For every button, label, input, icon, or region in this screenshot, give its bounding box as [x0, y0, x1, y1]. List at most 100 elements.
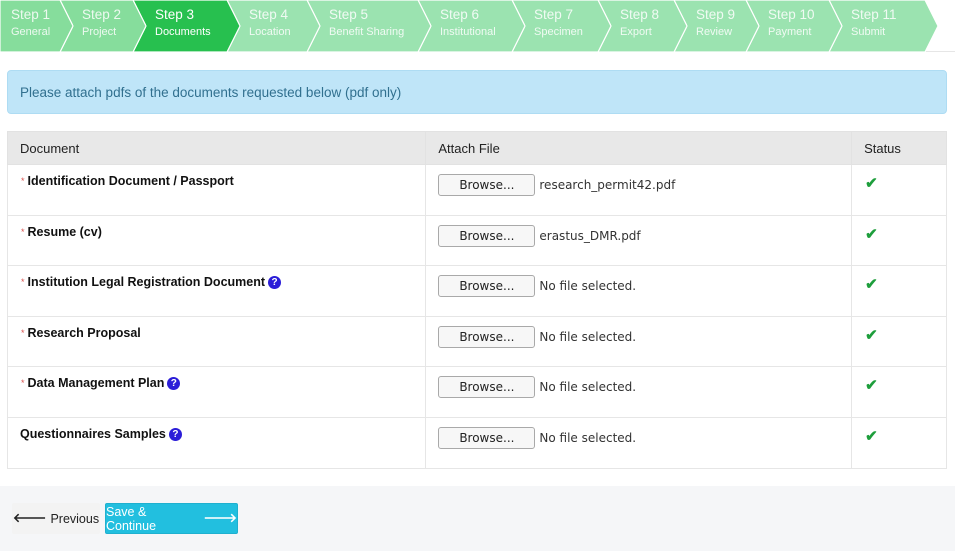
wizard-step-label: Documents: [155, 25, 211, 38]
wizard-step-text: Step 4 Location: [249, 8, 291, 38]
checkmark-icon: ✔: [865, 427, 878, 445]
wizard-step-text: Step 2 Project: [82, 8, 121, 38]
table-header-row: Document Attach File Status: [6, 131, 947, 165]
document-cell: * Research Proposal: [6, 315, 427, 368]
required-marker: *: [21, 378, 25, 389]
document-name: Institution Legal Registration Document: [27, 275, 266, 290]
table-row: * Research Proposal Browse... No file selec…: [6, 315, 947, 368]
help-icon[interactable]: ?: [167, 377, 181, 391]
wizard-step-label: Payment: [768, 25, 812, 38]
checkmark-icon: ✔: [865, 225, 878, 243]
save-continue-button-label: Save & Continue: [106, 504, 157, 533]
arrow-right-icon: 🡒: [203, 511, 237, 525]
attach-file-cell: Browse... No file selected.: [425, 366, 853, 418]
required-marker: *: [21, 176, 25, 186]
wizard-step-11[interactable]: Step 11 Submit: [829, 0, 938, 52]
document-cell: * Data Management Plan?: [6, 366, 427, 418]
selected-file-name: erastus_DMR.pdf: [539, 228, 641, 243]
file-input[interactable]: Browse... No file selected.: [438, 275, 839, 298]
browse-button[interactable]: Browse...: [438, 174, 536, 196]
file-input[interactable]: Browse... No file selected.: [438, 426, 839, 449]
wizard-step-7[interactable]: Step 7 Specimen: [512, 0, 611, 52]
wizard-step-text: Step 7 Specimen: [534, 8, 583, 38]
wizard-step-text: Step 1 General: [11, 8, 50, 38]
form-footer: 🡐 Previous Save & Continue 🡒: [0, 486, 955, 551]
wizard-step-number: Step 10: [768, 7, 815, 22]
file-input[interactable]: Browse... research_permit42.pdf: [438, 174, 839, 196]
wizard-step-6[interactable]: Step 6 Institutional: [418, 0, 525, 52]
wizard-step-number: Step 3: [155, 7, 195, 22]
document-name: Questionnaires Samples: [20, 426, 166, 441]
wizard-step-4[interactable]: Step 4 Location: [227, 0, 320, 52]
wizard-step-number: Step 6: [440, 7, 480, 22]
wizard-step-10[interactable]: Step 10 Payment: [746, 0, 842, 52]
wizard-step-label: Project: [82, 25, 117, 38]
browse-button[interactable]: Browse...: [438, 376, 536, 399]
wizard-step-text: Step 8 Export: [620, 8, 659, 38]
browse-button[interactable]: Browse...: [438, 325, 536, 348]
wizard-step-text: Step 6 Institutional: [440, 8, 496, 38]
checkmark-icon: ✔: [865, 377, 878, 395]
selected-file-name: research_permit42.pdf: [539, 178, 676, 192]
wizard-step-text: Step 9 Review: [696, 8, 735, 38]
document-name: Research Proposal: [27, 325, 141, 340]
status-cell: ✔: [851, 366, 947, 418]
status-cell: ✔: [851, 164, 947, 216]
wizard-step-label: Location: [249, 25, 291, 38]
previous-button[interactable]: 🡐 Previous: [12, 503, 100, 534]
info-alert: Please attach pdfs of the documents requ…: [7, 70, 947, 114]
help-icon[interactable]: ?: [268, 276, 282, 290]
wizard-step-8[interactable]: Step 8 Export: [598, 0, 687, 52]
help-icon[interactable]: ?: [168, 427, 182, 441]
attach-file-cell: Browse... No file selected.: [425, 265, 853, 317]
status-cell: ✔: [851, 214, 947, 267]
browse-button[interactable]: Browse...: [438, 275, 536, 298]
wizard-step-1[interactable]: Step 1 General: [0, 0, 73, 52]
table-row: * Identification Document / Passport Brows…: [6, 164, 947, 216]
checkmark-icon: ✔: [865, 175, 878, 192]
info-alert-text: Please attach pdfs of the documents requ…: [20, 85, 402, 100]
selected-file-name: No file selected.: [539, 380, 637, 395]
required-marker: *: [21, 277, 25, 288]
documents-table: Document Attach File Status * Identificat…: [6, 131, 947, 469]
browse-button[interactable]: Browse...: [438, 426, 536, 449]
previous-button-label: Previous: [50, 511, 100, 526]
checkmark-icon: ✔: [865, 276, 878, 294]
wizard-step-text: Step 10 Payment: [768, 8, 815, 38]
status-cell: ✔: [851, 416, 947, 469]
attach-file-cell: Browse... research_permit42.pdf: [425, 164, 853, 216]
wizard-step-label: Export: [620, 25, 652, 38]
document-name: Resume (cv): [27, 224, 102, 239]
wizard-step-text: Step 5 Benefit Sharing: [329, 8, 404, 38]
attach-file-cell: Browse... erastus_DMR.pdf: [425, 214, 853, 267]
wizard-progress: Step 1 General Step 2 Project Step 3 Document…: [0, 0, 955, 52]
file-input[interactable]: Browse... erastus_DMR.pdf: [438, 224, 839, 247]
wizard-step-number: Step 9: [696, 7, 736, 22]
file-input[interactable]: Browse... No file selected.: [438, 376, 839, 399]
column-header-attach-file: Attach File: [425, 131, 853, 165]
checkmark-icon: ✔: [865, 326, 878, 344]
wizard-step-number: Step 1: [11, 7, 51, 22]
file-input[interactable]: Browse... No file selected.: [438, 325, 839, 348]
wizard-step-label: Review: [696, 25, 733, 38]
table-row: Questionnaires Samples? Browse... No file …: [6, 416, 947, 469]
column-header-status: Status: [851, 131, 947, 165]
wizard-step-label: Specimen: [534, 25, 583, 38]
table-row: * Data Management Plan? Browse... No file s…: [6, 366, 947, 418]
save-continue-button[interactable]: Save & Continue 🡒: [105, 503, 238, 534]
required-marker: *: [21, 327, 25, 338]
wizard-step-3[interactable]: Step 3 Documents: [133, 0, 240, 52]
wizard-step-label: Benefit Sharing: [329, 25, 405, 38]
column-header-document: Document: [6, 131, 427, 165]
document-name: Data Management Plan: [27, 376, 165, 391]
wizard-step-text: Step 11 Submit: [851, 8, 897, 38]
wizard-step-label: Institutional: [440, 25, 496, 38]
wizard-step-5[interactable]: Step 5 Benefit Sharing: [307, 0, 431, 52]
document-cell: * Institution Legal Registration Document…: [6, 265, 427, 317]
document-name: Identification Document / Passport: [27, 174, 234, 188]
document-cell: * Identification Document / Passport: [6, 164, 427, 216]
wizard-step-label: Submit: [851, 25, 886, 38]
browse-button[interactable]: Browse...: [438, 224, 536, 247]
table-row: * Resume (cv) Browse... erastus_DMR.pdf ✔: [6, 214, 947, 267]
wizard-steps: Step 1 General Step 2 Project Step 3 Document…: [0, 0, 938, 52]
